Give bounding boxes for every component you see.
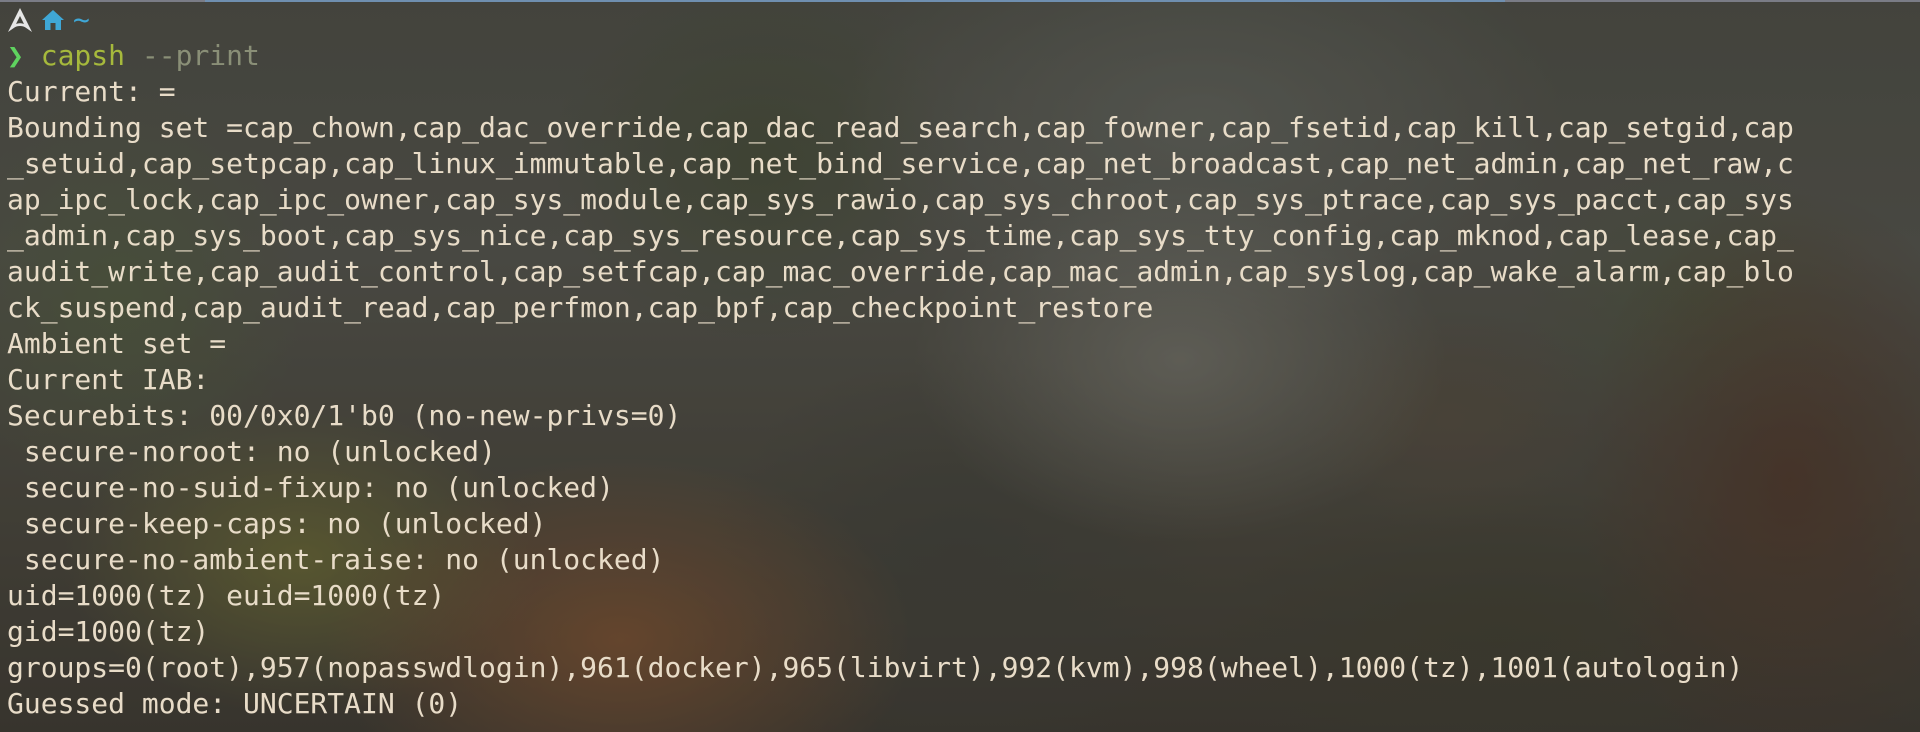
output-securebits: Securebits: 00/0x0/1'b0 (no-new-privs=0) xyxy=(7,399,682,432)
output-bounding-line: _admin,cap_sys_boot,cap_sys_nice,cap_sys… xyxy=(7,219,1794,252)
output-bounding-line: ck_suspend,cap_audit_read,cap_perfmon,ca… xyxy=(7,291,1154,324)
output-bounding-line: Bounding set =cap_chown,cap_dac_override… xyxy=(7,111,1794,144)
output-uid: uid=1000(tz) euid=1000(tz) xyxy=(7,579,446,612)
output-secure-no-ambient-raise: secure-no-ambient-raise: no (unlocked) xyxy=(7,543,665,576)
command-name: capsh xyxy=(40,39,126,72)
output-ambient: Ambient set = xyxy=(7,327,227,360)
command-line[interactable]: ❯ capsh --print xyxy=(7,38,1917,74)
prompt-header: ~ xyxy=(7,2,1917,38)
output-groups: groups=0(root),957(nopasswdlogin),961(do… xyxy=(7,651,1744,684)
output-current: Current: = xyxy=(7,75,176,108)
output-gid: gid=1000(tz) xyxy=(7,615,210,648)
arch-linux-icon xyxy=(7,7,33,33)
home-icon xyxy=(41,8,65,32)
output-bounding-line: _setuid,cap_setpcap,cap_linux_immutable,… xyxy=(7,147,1794,180)
current-directory: ~ xyxy=(73,3,90,36)
prompt-symbol: ❯ xyxy=(7,39,24,72)
output-iab: Current IAB: xyxy=(7,363,210,396)
output-secure-noroot: secure-noroot: no (unlocked) xyxy=(7,435,496,468)
output-bounding-line: audit_write,cap_audit_control,cap_setfca… xyxy=(7,255,1794,288)
output-secure-keep-caps: secure-keep-caps: no (unlocked) xyxy=(7,507,547,540)
terminal-output[interactable]: ~ ❯ capsh --print Current: = Bounding se… xyxy=(7,2,1917,722)
command-args: --print xyxy=(125,39,260,72)
output-bounding-line: ap_ipc_lock,cap_ipc_owner,cap_sys_module… xyxy=(7,183,1794,216)
output-guessed-mode: Guessed mode: UNCERTAIN (0) xyxy=(7,687,463,720)
output-secure-no-suid-fixup: secure-no-suid-fixup: no (unlocked) xyxy=(7,471,614,504)
command-text: capsh --print xyxy=(41,39,260,72)
